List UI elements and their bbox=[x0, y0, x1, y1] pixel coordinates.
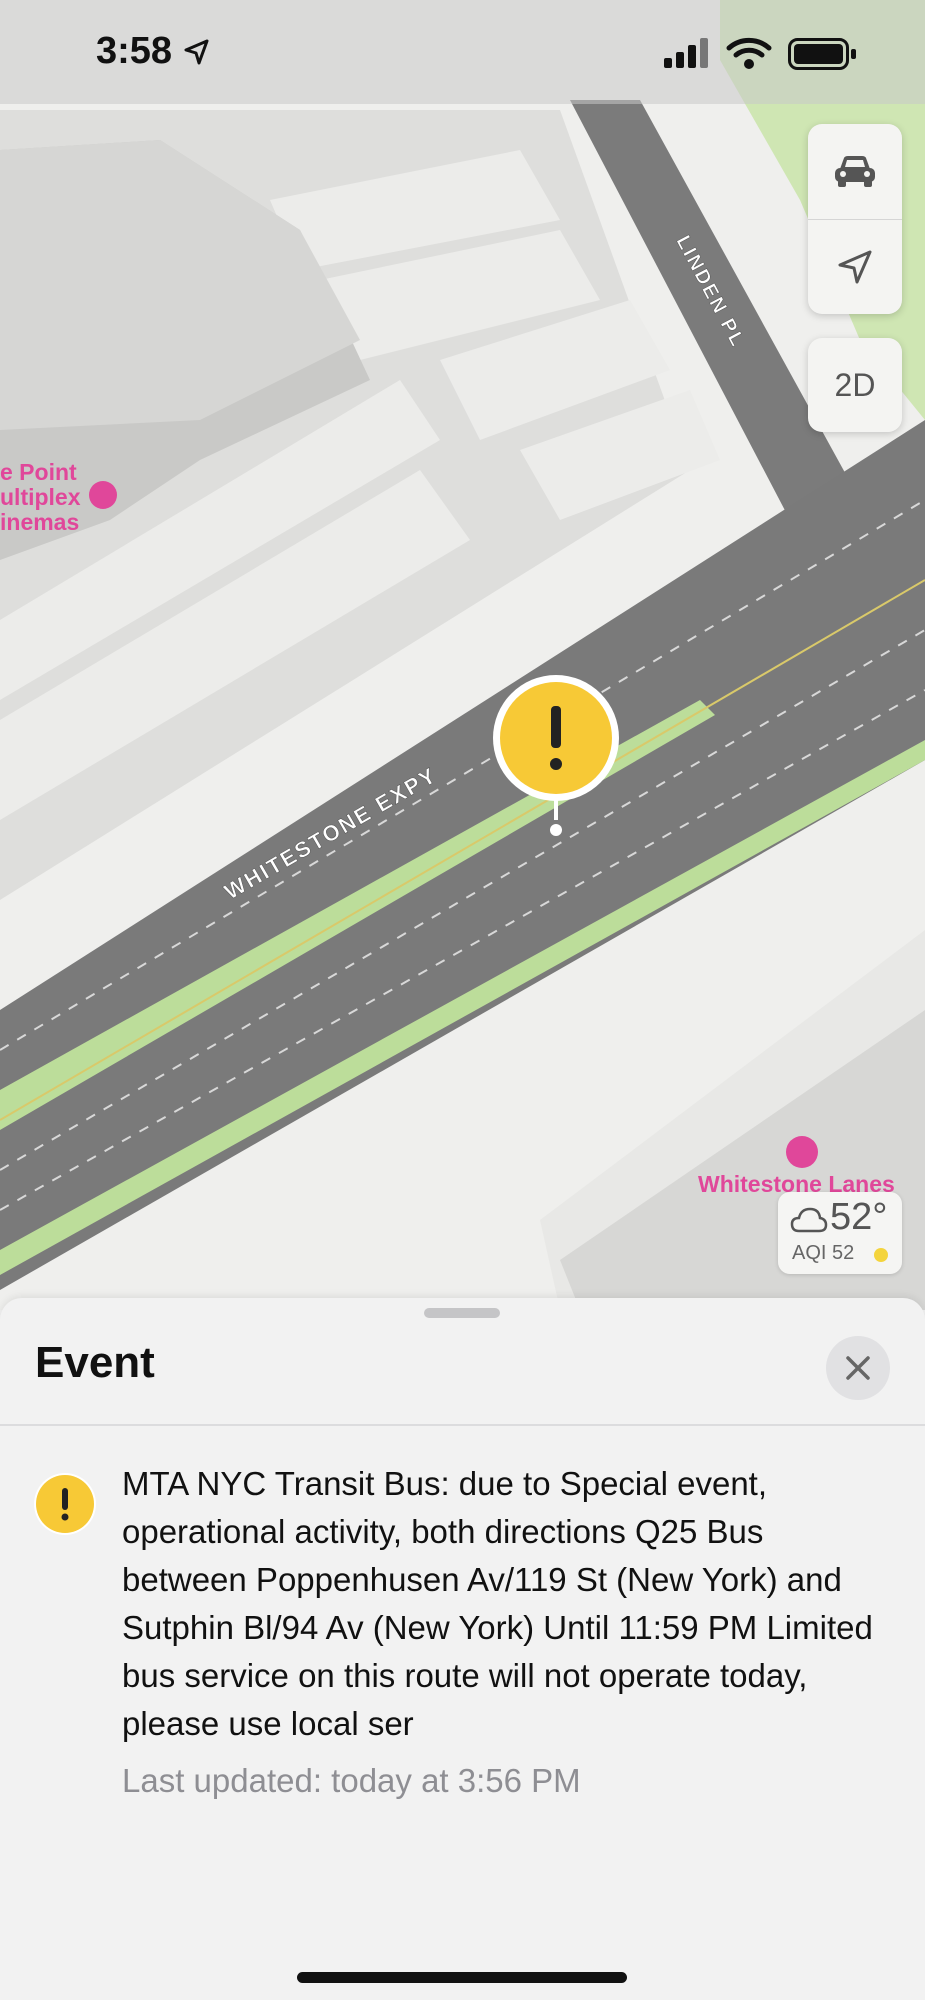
warning-icon bbox=[36, 1475, 94, 1533]
location-arrow-icon bbox=[838, 250, 872, 284]
battery-icon bbox=[788, 38, 856, 70]
close-icon bbox=[846, 1356, 870, 1380]
weather-aqi: AQI 52 bbox=[792, 1242, 855, 1264]
weather-badge[interactable]: 52° AQI 52 bbox=[778, 1192, 902, 1274]
bowling-icon bbox=[786, 1136, 818, 1168]
status-time: 3:58 bbox=[96, 30, 211, 73]
poi-label-cinemas: e Point ultiplex inemas bbox=[0, 460, 81, 535]
weather-temperature: 52° bbox=[830, 1196, 888, 1238]
sheet-title: Event bbox=[35, 1338, 155, 1387]
close-button[interactable] bbox=[826, 1336, 890, 1400]
event-last-updated: Last updated: today at 3:56 PM bbox=[122, 1762, 581, 1799]
event-sheet: Event MTA NYC Transit Bus: due to Specia… bbox=[0, 1298, 925, 2000]
sheet-divider bbox=[0, 1424, 925, 1426]
drive-mode-button[interactable] bbox=[808, 124, 902, 218]
map-controls bbox=[808, 124, 902, 314]
home-indicator[interactable] bbox=[297, 1972, 627, 1983]
location-arrow-icon bbox=[184, 39, 209, 65]
poi-line-2: ultiplex bbox=[0, 484, 81, 510]
cinema-icon bbox=[89, 481, 117, 509]
cloud-icon bbox=[790, 1207, 828, 1233]
map-view[interactable]: WHITESTONE EXPY LINDEN PL bbox=[0, 0, 925, 1310]
view-mode-2d-button[interactable]: 2D bbox=[808, 338, 902, 432]
wifi-icon bbox=[726, 37, 772, 69]
sheet-grabber[interactable] bbox=[424, 1308, 500, 1318]
event-description: MTA NYC Transit Bus: due to Special even… bbox=[122, 1465, 873, 1742]
cellular-signal-icon bbox=[664, 38, 708, 68]
aqi-indicator bbox=[874, 1248, 888, 1262]
poi-line-1: e Point bbox=[0, 459, 77, 485]
car-icon bbox=[835, 156, 875, 187]
time-text: 3:58 bbox=[96, 30, 173, 72]
current-location-button[interactable] bbox=[808, 220, 902, 314]
status-bar: 3:58 bbox=[0, 0, 925, 104]
poi-line-3: inemas bbox=[0, 509, 80, 535]
